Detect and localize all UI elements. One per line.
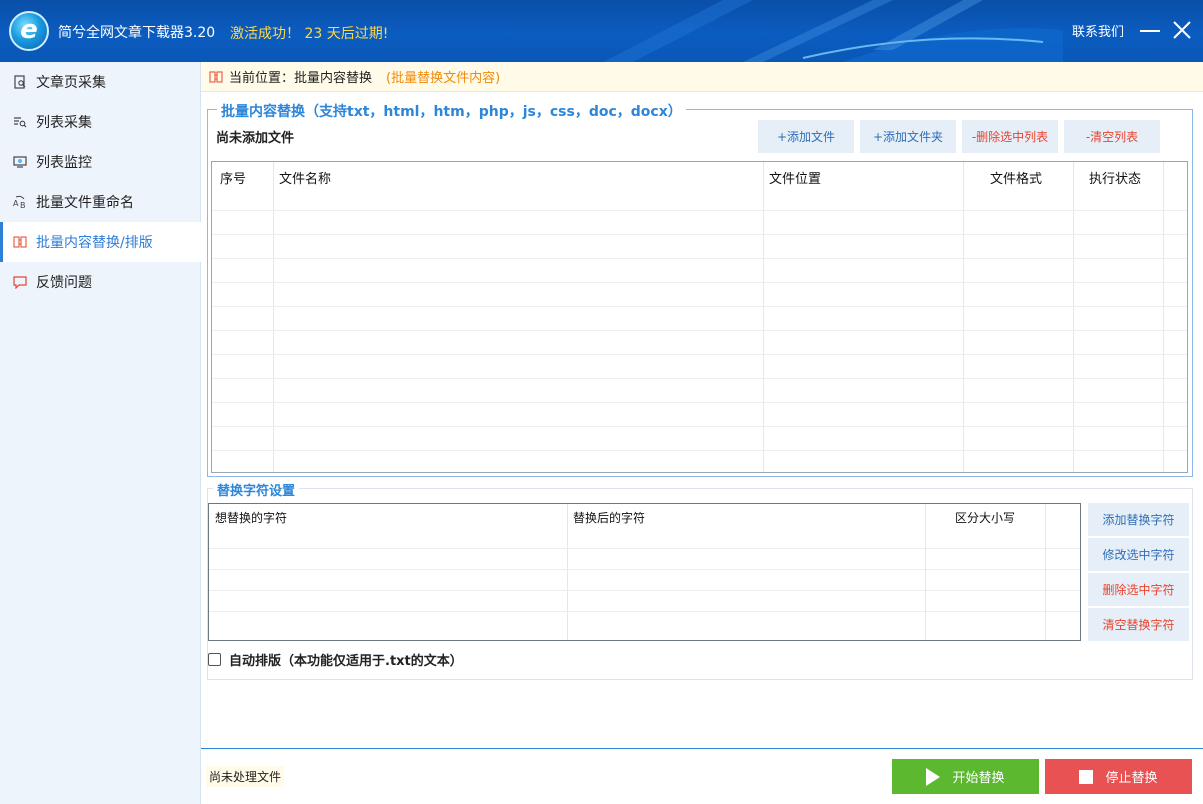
- column-divider: [925, 504, 926, 640]
- stop-label: 停止替换: [1105, 771, 1158, 786]
- start-replace-button[interactable]: 开始替换: [892, 759, 1039, 794]
- column-header-filename[interactable]: 文件名称: [279, 162, 331, 188]
- sidebar-item-article-page[interactable]: 文章页采集: [0, 62, 201, 102]
- stop-replace-button[interactable]: 停止替换: [1045, 759, 1192, 794]
- column-divider: [567, 504, 568, 640]
- sidebar-item-label: 批量内容替换/排版: [36, 235, 153, 251]
- column-header-index[interactable]: 序号: [220, 162, 246, 188]
- sidebar-item-label: 批量文件重命名: [36, 195, 134, 211]
- rename-icon: AB: [12, 194, 28, 210]
- row-divider: [212, 426, 1187, 427]
- activation-status: 激活成功！ 23 天后过期!: [230, 26, 389, 42]
- sidebar-item-label: 文章页采集: [36, 75, 106, 91]
- clear-replace-button[interactable]: 清空替换字符: [1088, 608, 1189, 641]
- sidebar-item-label: 列表监控: [36, 155, 92, 171]
- app-logo-icon: e: [9, 11, 49, 51]
- add-replace-button[interactable]: 添加替换字符: [1088, 503, 1189, 536]
- sidebar-item-batch-rename[interactable]: AB 批量文件重命名: [0, 182, 201, 222]
- doc-search-icon: [12, 74, 28, 90]
- play-icon: [926, 767, 941, 786]
- svg-text:B: B: [20, 201, 26, 209]
- delete-selected-button[interactable]: 删除选中字符: [1088, 573, 1189, 606]
- sidebar-item-list-collect[interactable]: 列表采集: [0, 102, 201, 142]
- bottom-divider: [201, 748, 1203, 749]
- row-divider: [212, 450, 1187, 451]
- row-divider: [209, 590, 1080, 591]
- row-divider: [212, 378, 1187, 379]
- column-header-location[interactable]: 文件位置: [769, 162, 821, 188]
- batch-replace-legend: 批量内容替换（支持txt，html，htm，php，js，css，doc，doc…: [217, 101, 686, 121]
- app-title: 简兮全网文章下载器3.20: [58, 25, 216, 41]
- row-divider: [212, 234, 1187, 235]
- column-header-case-sensitive[interactable]: 区分大小写: [955, 509, 1015, 526]
- sidebar-item-label: 列表采集: [36, 115, 92, 131]
- remove-selected-button[interactable]: -删除选中列表: [962, 120, 1058, 153]
- replace-icon: [12, 234, 28, 250]
- clear-list-button[interactable]: -清空列表: [1064, 120, 1160, 153]
- auto-format-option[interactable]: 自动排版（本功能仅适用于.txt的文本）: [208, 650, 463, 669]
- replace-settings-legend: 替换字符设置: [213, 480, 300, 499]
- start-label: 开始替换: [952, 771, 1005, 786]
- row-divider: [209, 569, 1080, 570]
- close-icon[interactable]: [1171, 19, 1193, 41]
- sidebar-item-feedback[interactable]: 反馈问题: [0, 262, 201, 302]
- column-header-find[interactable]: 想替换的字符: [215, 509, 287, 526]
- file-status-label: 尚未添加文件: [216, 131, 295, 146]
- column-header-replace[interactable]: 替换后的字符: [573, 509, 645, 526]
- list-search-icon: [12, 114, 28, 130]
- sidebar-item-label: 反馈问题: [36, 275, 92, 291]
- sidebar-item-batch-replace[interactable]: 批量内容替换/排版: [0, 222, 201, 262]
- replace-icon: [209, 70, 223, 84]
- row-divider: [212, 306, 1187, 307]
- title-bar: e 简兮全网文章下载器3.20 激活成功！ 23 天后过期! 联系我们: [0, 0, 1203, 62]
- row-divider: [212, 402, 1187, 403]
- breadcrumb-location: 当前位置：批量内容替换: [229, 71, 373, 86]
- auto-format-checkbox[interactable]: [208, 653, 221, 666]
- title-decoration: [603, 0, 1063, 62]
- auto-format-label: 自动排版（本功能仅适用于.txt的文本）: [229, 654, 463, 669]
- breadcrumb: 当前位置：批量内容替换 (批量替换文件内容): [201, 62, 1203, 92]
- add-file-button[interactable]: +添加文件: [758, 120, 854, 153]
- row-divider: [209, 548, 1080, 549]
- chat-icon: [12, 274, 28, 290]
- add-folder-button[interactable]: +添加文件夹: [860, 120, 956, 153]
- row-divider: [212, 210, 1187, 211]
- stop-icon: [1079, 769, 1094, 784]
- row-divider: [212, 258, 1187, 259]
- row-divider: [209, 611, 1080, 612]
- minimize-icon[interactable]: [1140, 30, 1160, 32]
- edit-selected-button[interactable]: 修改选中字符: [1088, 538, 1189, 571]
- column-header-status[interactable]: 执行状态: [1089, 162, 1141, 188]
- row-divider: [212, 282, 1187, 283]
- row-divider: [212, 354, 1187, 355]
- svg-text:A: A: [13, 199, 19, 208]
- breadcrumb-hint: (批量替换文件内容): [386, 71, 501, 86]
- monitor-icon: [12, 154, 28, 170]
- column-header-format[interactable]: 文件格式: [990, 162, 1042, 188]
- sidebar-item-list-monitor[interactable]: 列表监控: [0, 142, 201, 182]
- column-divider: [1045, 504, 1046, 640]
- row-divider: [212, 330, 1187, 331]
- file-table[interactable]: 序号 文件名称 文件位置 文件格式 执行状态: [211, 161, 1188, 473]
- contact-link[interactable]: 联系我们: [1072, 21, 1124, 40]
- process-status: 尚未处理文件: [206, 766, 285, 787]
- sidebar: 文章页采集 列表采集 列表监控 AB 批量文件重命名 批量内容替换/排版 反馈问…: [0, 62, 201, 804]
- replace-table[interactable]: 想替换的字符 替换后的字符 区分大小写: [208, 503, 1081, 641]
